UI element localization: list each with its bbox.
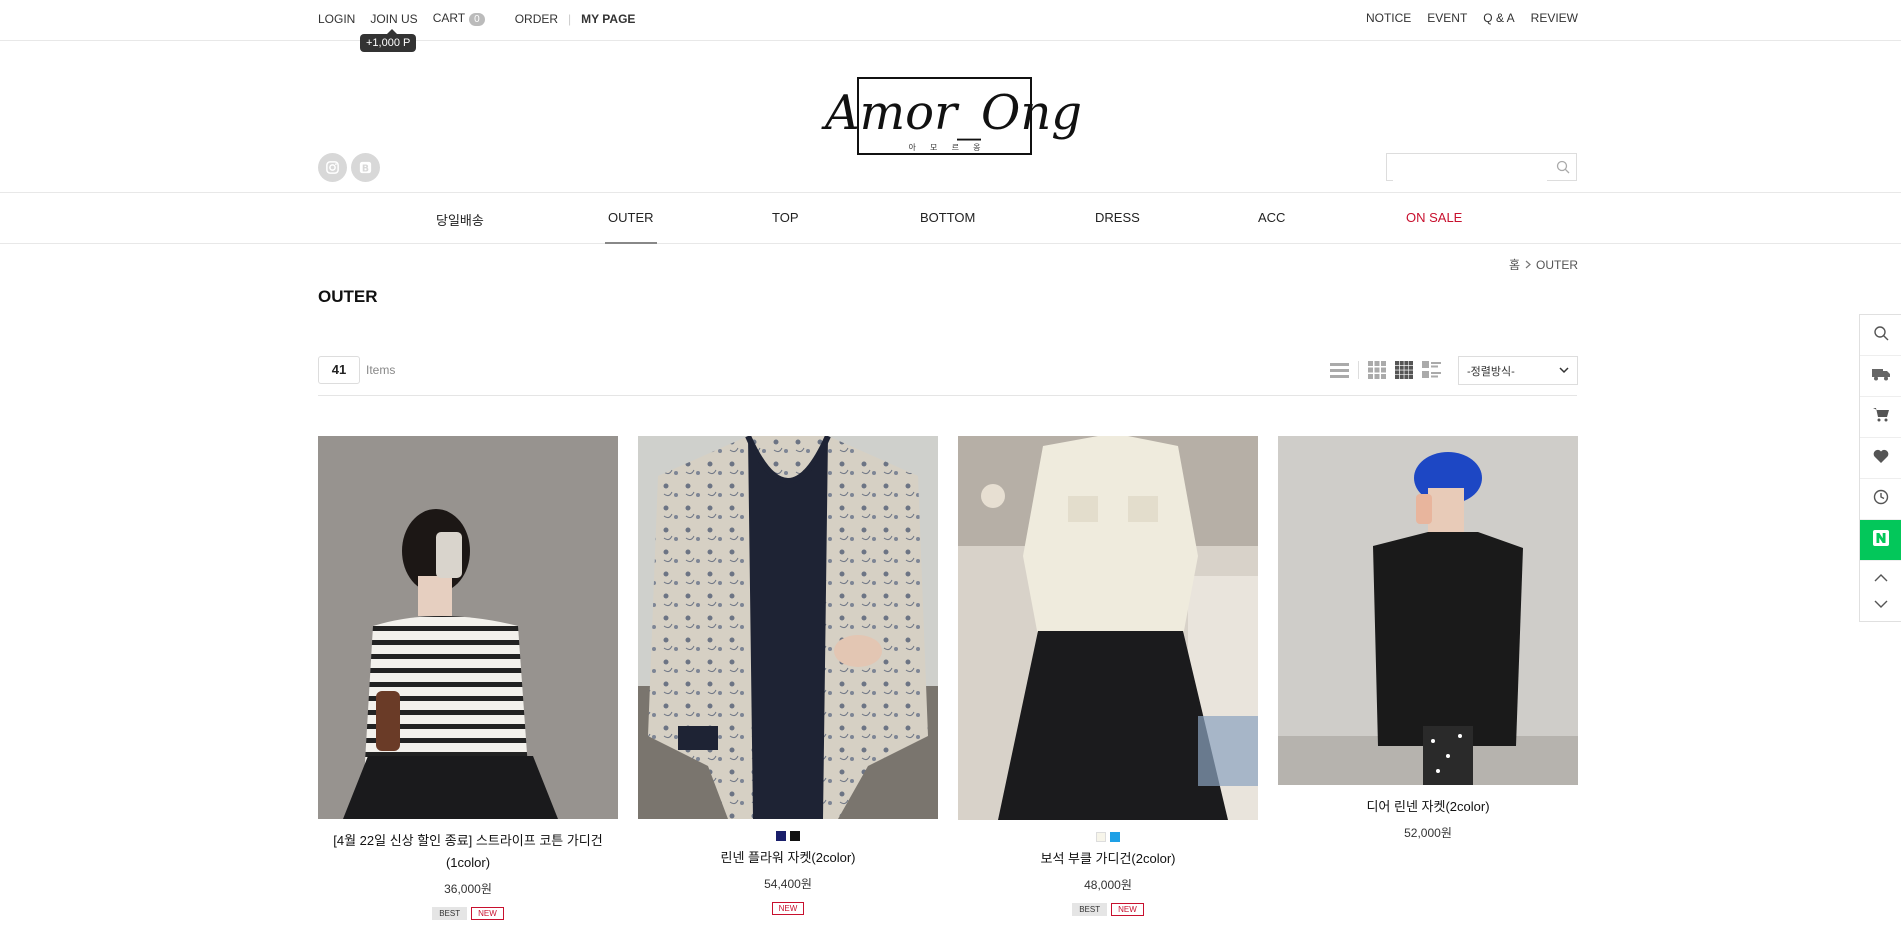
category-nav: 당일배송 OUTER TOP BOTTOM DRESS ACC ON SALE [0, 192, 1901, 244]
product-price: 54,400원 [764, 877, 812, 891]
nav-outer[interactable]: OUTER [605, 210, 656, 244]
color-swatches [958, 832, 1258, 842]
view-mode-toggles [1330, 361, 1450, 379]
board-links: NOTICE EVENT Q & A REVIEW [1350, 11, 1578, 25]
product-image[interactable] [638, 436, 938, 819]
product-name[interactable]: 보석 부클 가디건(2color) [958, 848, 1258, 870]
order-link[interactable]: ORDER [515, 12, 558, 26]
quick-side-menu [1859, 314, 1901, 622]
nav-on-sale[interactable]: ON SALE [1406, 210, 1462, 225]
scroll-up-icon[interactable] [1874, 569, 1888, 587]
sort-select-label: -정렬방식- [1467, 366, 1515, 378]
color-swatch[interactable] [776, 831, 786, 841]
divider [318, 395, 1577, 396]
color-swatch[interactable] [1096, 832, 1106, 842]
sort-select[interactable]: -정렬방식- [1458, 356, 1578, 385]
nav-same-day[interactable]: 당일배송 [436, 210, 484, 229]
join-link[interactable]: JOIN US [370, 12, 417, 26]
quick-wishlist-button[interactable] [1860, 438, 1901, 479]
chevron-right-icon [1525, 258, 1531, 272]
product-price: 36,000원 [444, 882, 492, 896]
best-badge: BEST [432, 907, 468, 920]
product-image[interactable] [958, 436, 1258, 820]
header-search [1386, 153, 1577, 181]
logo-subtext: 아 모 르 옹 [908, 143, 987, 152]
account-links: LOGIN JOIN US CART 0 ORDER | MY PAGE [318, 11, 650, 26]
product-name[interactable]: 린넨 플라워 자켓(2color) [638, 847, 938, 869]
naver-icon [1873, 529, 1889, 551]
heart-icon [1873, 449, 1889, 468]
breadcrumb-home[interactable]: 홈 [1509, 256, 1520, 273]
quick-recent-button[interactable] [1860, 479, 1901, 520]
instagram-icon[interactable] [318, 153, 347, 182]
best-badge: BEST [1072, 903, 1108, 916]
item-count: 41 [318, 356, 360, 384]
new-badge: NEW [1111, 903, 1144, 916]
truck-icon [1872, 367, 1890, 386]
event-link[interactable]: EVENT [1427, 11, 1467, 25]
qna-link[interactable]: Q & A [1483, 11, 1514, 25]
scroll-down-icon[interactable] [1874, 595, 1888, 613]
breadcrumb: 홈 OUTER [1509, 256, 1578, 273]
mypage-link[interactable]: MY PAGE [581, 12, 635, 26]
svg-text:B: B [362, 163, 369, 174]
product-name[interactable]: [4월 22일 신상 할인 종료] 스트라이프 코튼 가디건 (1color) [318, 830, 618, 874]
quick-cart-button[interactable] [1860, 397, 1901, 438]
product-name[interactable]: 디어 린넨 자켓(2color) [1278, 796, 1578, 818]
nav-bottom[interactable]: BOTTOM [920, 210, 975, 225]
cart-icon [1873, 407, 1889, 427]
top-utility-bar: LOGIN JOIN US CART 0 ORDER | MY PAGE NOTI… [0, 0, 1901, 41]
color-swatches [638, 831, 938, 841]
new-badge: NEW [771, 902, 805, 915]
review-link[interactable]: REVIEW [1531, 11, 1578, 25]
search-icon [1873, 325, 1889, 346]
quick-delivery-button[interactable] [1860, 356, 1901, 397]
color-swatch[interactable] [790, 831, 800, 841]
product-badges: BEST NEW [958, 903, 1258, 916]
nav-acc[interactable]: ACC [1258, 210, 1285, 225]
product-image[interactable] [1278, 436, 1578, 785]
product-price: 48,000원 [1084, 878, 1132, 892]
product-price: 52,000원 [1404, 826, 1452, 840]
product-image[interactable] [318, 436, 618, 819]
scroll-controls [1860, 561, 1901, 621]
color-swatch[interactable] [1110, 832, 1120, 842]
nav-dress[interactable]: DRESS [1095, 210, 1140, 225]
clock-icon [1873, 489, 1889, 510]
product-badges: BEST NEW [318, 907, 618, 920]
cart-link[interactable]: CART 0 [433, 11, 500, 26]
brand-logo[interactable]: Amor_Ong 아 모 르 옹 [825, 75, 1083, 160]
naver-talk-button[interactable] [1860, 520, 1901, 561]
breadcrumb-current[interactable]: OUTER [1536, 258, 1578, 272]
social-links: B [318, 153, 384, 182]
detail-list-view-icon[interactable] [1422, 361, 1441, 379]
login-link[interactable]: LOGIN [318, 12, 355, 26]
notice-link[interactable]: NOTICE [1366, 11, 1411, 25]
quick-search-button[interactable] [1860, 315, 1901, 356]
chevron-down-icon [1559, 365, 1569, 377]
page-title: OUTER [318, 287, 378, 306]
item-count-label: Items [366, 363, 396, 377]
divider [1358, 361, 1359, 379]
nav-top[interactable]: TOP [772, 210, 799, 225]
blog-icon[interactable]: B [351, 153, 380, 182]
cart-count-badge: 0 [469, 13, 485, 26]
product-card[interactable]: [4월 22일 신상 할인 종료] 스트라이프 코튼 가디건 (1color) … [318, 436, 618, 920]
logo-text: Amor_Ong [825, 85, 1083, 141]
divider: | [568, 11, 572, 26]
product-card[interactable]: 보석 부클 가디건(2color) 48,000원 BEST NEW [958, 436, 1258, 916]
product-badges: NEW [638, 902, 938, 915]
grid-4-view-icon[interactable] [1395, 361, 1413, 379]
search-icon[interactable] [1556, 160, 1570, 179]
search-input[interactable] [1393, 155, 1547, 181]
list-view-icon[interactable] [1330, 362, 1349, 379]
product-card[interactable]: 린넨 플라워 자켓(2color) 54,400원 NEW [638, 436, 938, 915]
product-card[interactable]: 디어 린넨 자켓(2color) 52,000원 [1278, 436, 1578, 841]
new-badge: NEW [471, 907, 504, 920]
grid-3-view-icon[interactable] [1368, 361, 1386, 379]
cart-label: CART [432, 11, 466, 25]
join-point-tooltip: +1,000 P [360, 29, 417, 52]
